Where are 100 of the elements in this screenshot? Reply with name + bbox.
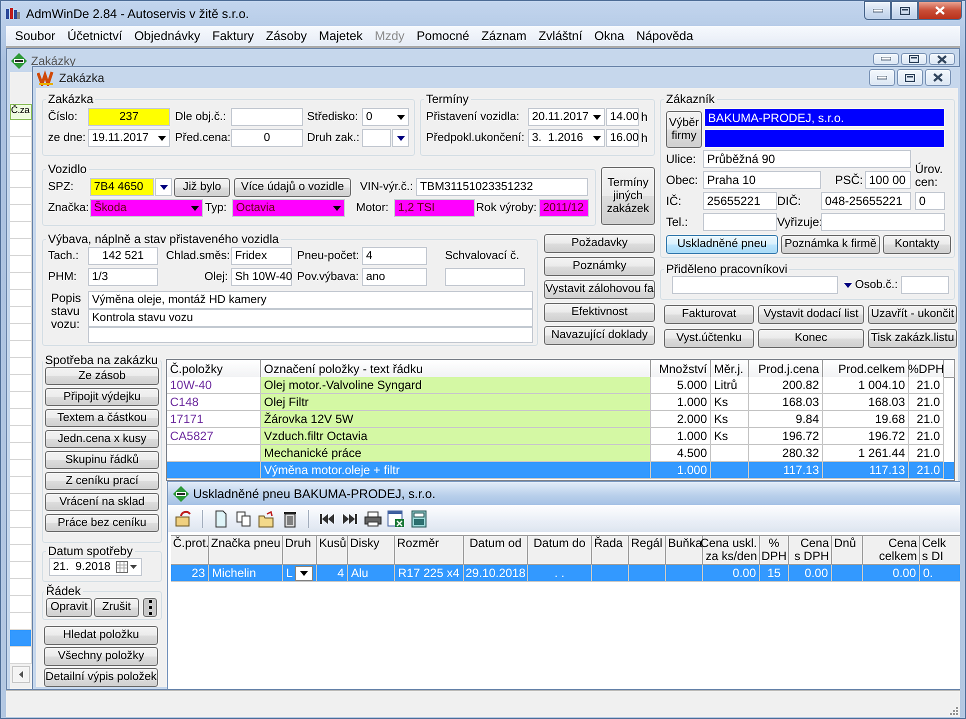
date-field[interactable]: 19.11.2017 bbox=[88, 129, 170, 147]
calendar-icon[interactable] bbox=[116, 561, 138, 573]
action-button[interactable]: Více údajů o vozidle bbox=[234, 178, 351, 196]
action-button[interactable]: Uzavřít - ukončit bbox=[868, 305, 957, 324]
table-row[interactable] bbox=[10, 409, 32, 426]
column-header[interactable]: Prod.j.cena bbox=[749, 360, 823, 378]
reload-folder-icon[interactable] bbox=[175, 510, 193, 528]
action-button[interactable]: Vrácení na sklad bbox=[45, 493, 159, 511]
text-field[interactable] bbox=[362, 129, 391, 147]
dropdown-button[interactable] bbox=[295, 566, 313, 580]
action-button[interactable]: Kontakty bbox=[883, 235, 951, 254]
calculator-icon[interactable] bbox=[410, 510, 428, 528]
company-name-field[interactable] bbox=[705, 130, 944, 147]
menu-item[interactable]: Pomocné bbox=[410, 29, 476, 43]
menu-item[interactable]: Nápověda bbox=[630, 29, 700, 43]
table-row[interactable] bbox=[10, 392, 32, 409]
table-row[interactable] bbox=[10, 358, 32, 375]
table-row[interactable] bbox=[10, 443, 32, 460]
text-field[interactable]: 4 bbox=[362, 247, 427, 265]
text-field[interactable]: 25655221 bbox=[703, 192, 777, 210]
menu-item[interactable]: Zásoby bbox=[260, 29, 313, 43]
trash-icon[interactable] bbox=[281, 510, 299, 528]
minimize-button[interactable] bbox=[864, 1, 891, 20]
table-row[interactable] bbox=[10, 239, 32, 256]
date-field[interactable]: 3. 1.2016 bbox=[528, 129, 605, 147]
close-button[interactable] bbox=[925, 69, 951, 86]
table-row[interactable] bbox=[10, 273, 32, 290]
action-button[interactable]: Opravit bbox=[46, 598, 92, 616]
action-button[interactable]: Práce bez ceníku bbox=[45, 514, 159, 532]
action-button[interactable]: Ze zásob bbox=[45, 367, 159, 385]
column-header[interactable]: Regál bbox=[629, 535, 666, 565]
table-row[interactable] bbox=[10, 596, 32, 613]
action-button[interactable]: Poznámka k firmě bbox=[781, 235, 880, 254]
menu-item[interactable]: Objednávky bbox=[128, 29, 206, 43]
table-row[interactable] bbox=[10, 171, 32, 188]
action-button[interactable]: Poznámky bbox=[544, 257, 655, 276]
column-header[interactable]: Cena uskl. za ks/den bbox=[703, 535, 760, 565]
text-field[interactable]: Kontrola stavu vozu bbox=[88, 309, 533, 327]
table-row[interactable] bbox=[10, 375, 32, 392]
action-button[interactable]: Detailní výpis položek bbox=[44, 668, 158, 687]
column-header[interactable]: Prod.celkem bbox=[823, 360, 909, 378]
column-header[interactable]: %DPH bbox=[909, 360, 944, 378]
action-button[interactable]: Vystavit dodací list bbox=[758, 305, 864, 324]
action-button[interactable]: Jedn.cena x kusy bbox=[45, 430, 159, 448]
text-field[interactable]: Praha 10 bbox=[703, 171, 821, 189]
action-button[interactable]: Fakturovat bbox=[664, 305, 754, 324]
text-field[interactable]: 16.00 bbox=[606, 129, 639, 147]
table-row[interactable]: C148 Olej Filtr 1.000 Ks 168.03 168.03 21.0 bbox=[167, 394, 954, 411]
action-button[interactable]: Konec bbox=[758, 329, 864, 348]
column-header[interactable]: Č.položky bbox=[167, 360, 261, 378]
text-field[interactable]: 0 bbox=[915, 192, 945, 210]
menu-item[interactable]: Faktury bbox=[206, 29, 260, 43]
copy-icon[interactable] bbox=[235, 510, 253, 528]
text-field[interactable]: ano bbox=[362, 268, 427, 286]
minimize-button[interactable] bbox=[873, 53, 899, 65]
action-button[interactable]: Tisk zakázk.listu bbox=[868, 329, 957, 348]
action-button[interactable]: Vystavit zálohovou fa bbox=[544, 280, 655, 299]
text-field[interactable]: Fridex bbox=[231, 247, 292, 265]
table-row[interactable] bbox=[10, 562, 32, 579]
action-button[interactable]: Termíny jiných zakázek bbox=[601, 167, 655, 225]
table-row[interactable] bbox=[10, 256, 32, 273]
text-field[interactable]: 14.00 bbox=[606, 108, 639, 126]
text-field[interactable]: Sh 10W-40 bbox=[231, 268, 292, 286]
column-header[interactable]: Buňka bbox=[666, 535, 703, 565]
action-button[interactable]: Hledat položku bbox=[44, 626, 158, 645]
action-button[interactable]: Již bylo bbox=[174, 178, 230, 196]
maximize-button[interactable] bbox=[891, 1, 918, 20]
printer-icon[interactable] bbox=[364, 510, 382, 528]
column-header[interactable]: Č.prot. bbox=[171, 535, 209, 565]
table-row[interactable] bbox=[10, 460, 32, 477]
column-header[interactable]: Datum od bbox=[464, 535, 528, 565]
column-header[interactable]: Řada bbox=[592, 535, 629, 565]
action-button[interactable]: Textem a částkou bbox=[45, 409, 159, 427]
column-header[interactable]: Měr.j. bbox=[711, 360, 749, 378]
table-row[interactable]: 10W-40 Olej motor.-Valvoline Syngard 5.000 Litrů 200.82 1 004.10 21.0 bbox=[167, 377, 954, 394]
menu-item[interactable]: Záznam bbox=[475, 29, 533, 43]
text-field[interactable]: 7B4 4650 bbox=[90, 178, 154, 196]
column-header[interactable]: Značka pneu bbox=[209, 535, 283, 565]
table-row[interactable] bbox=[10, 154, 32, 171]
column-header[interactable]: Kusů bbox=[317, 535, 348, 565]
column-header[interactable]: Rozměr bbox=[395, 535, 464, 565]
close-button[interactable] bbox=[918, 1, 962, 20]
resize-grip-icon[interactable] bbox=[948, 705, 958, 715]
dropdown-field[interactable]: 0 bbox=[362, 108, 409, 126]
spreadsheet-icon[interactable] bbox=[387, 510, 405, 528]
table-row[interactable] bbox=[10, 120, 32, 137]
table-row[interactable] bbox=[10, 324, 32, 341]
text-field[interactable]: 048-25655221 bbox=[821, 192, 911, 210]
table-row[interactable] bbox=[10, 188, 32, 205]
column-header[interactable]: Datum do bbox=[528, 535, 592, 565]
menu-item[interactable]: Účetnictví bbox=[61, 29, 128, 43]
menu-item[interactable]: Okna bbox=[588, 29, 630, 43]
text-field[interactable]: 1,2 TSI bbox=[394, 199, 475, 217]
table-row[interactable] bbox=[10, 528, 32, 545]
dropdown-field[interactable]: Škoda bbox=[90, 199, 203, 217]
column-header[interactable]: Množství bbox=[651, 360, 711, 378]
maximize-button[interactable] bbox=[897, 69, 923, 86]
table-row[interactable] bbox=[10, 426, 32, 443]
table-row[interactable]: Mechanické práce 4.500 280.32 1 261.44 21.0 bbox=[167, 445, 954, 462]
action-button[interactable]: Uskladněné pneu bbox=[666, 235, 778, 254]
